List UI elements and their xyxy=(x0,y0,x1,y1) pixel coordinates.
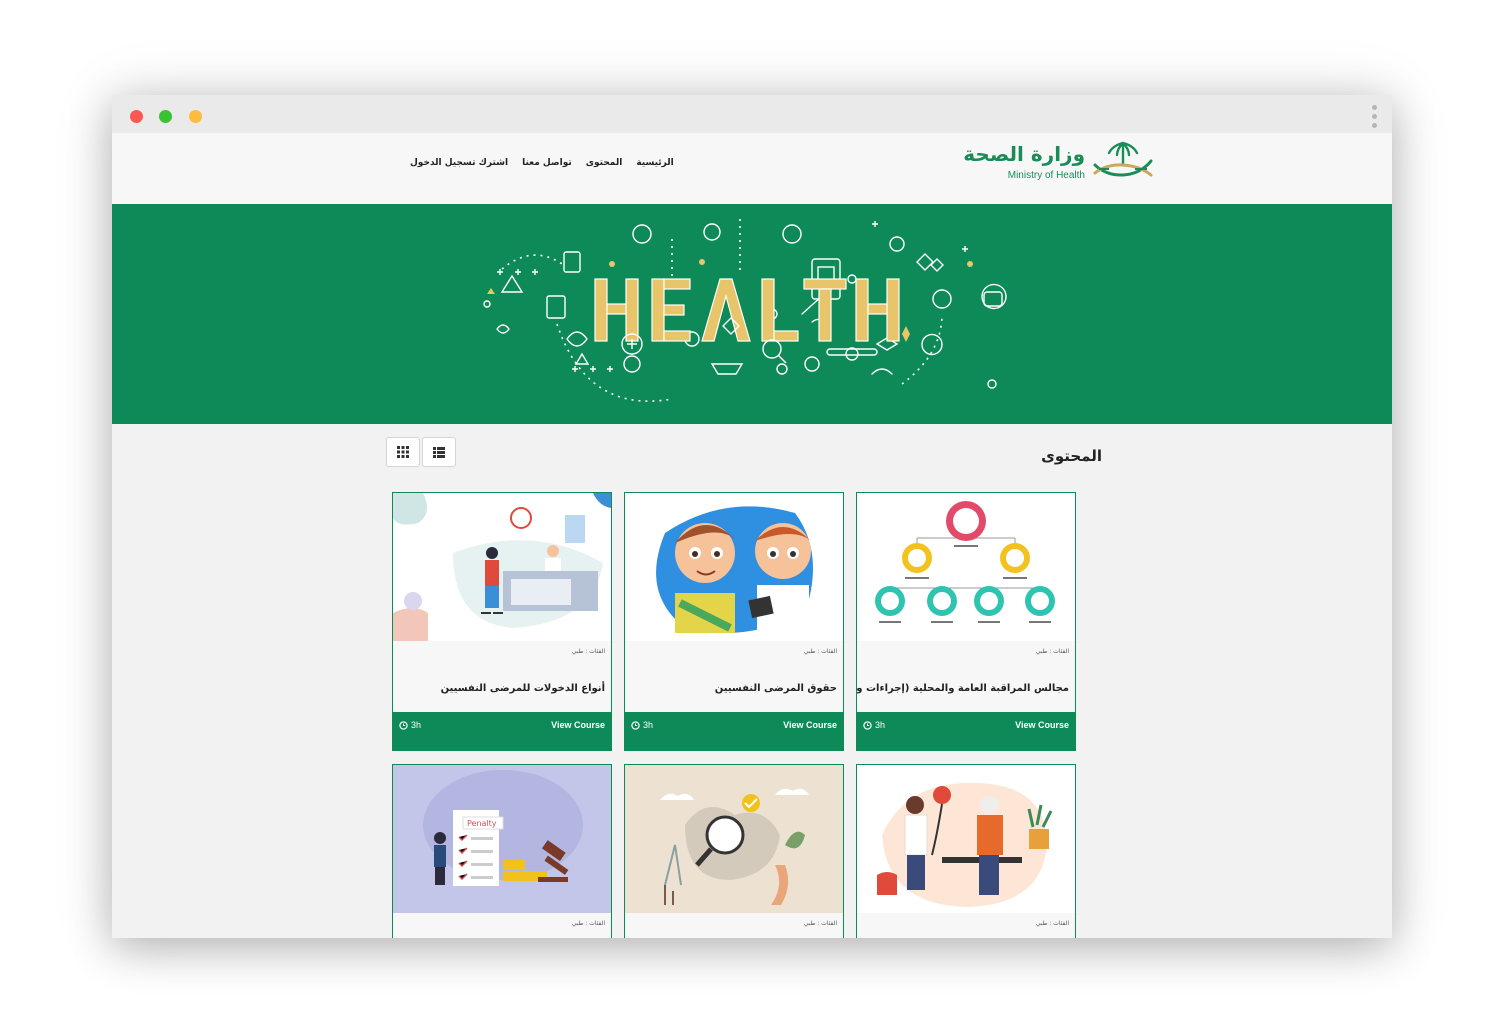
course-card[interactable]: Penalty الفئات : طبي xyxy=(392,764,612,938)
course-card[interactable]: الفئات : طبي حقوق المرضى النفسيين View C… xyxy=(624,492,844,751)
content-heading: المحتوى xyxy=(1041,447,1102,465)
course-category: الفئات : طبي xyxy=(571,648,605,655)
course-thumbnail: Penalty xyxy=(393,765,611,913)
view-course-link[interactable]: View Course xyxy=(783,720,837,730)
view-course-link[interactable]: View Course xyxy=(551,720,605,730)
grid-icon xyxy=(397,446,409,458)
duration-value: 3h xyxy=(875,720,886,730)
kebab-menu-icon[interactable] xyxy=(1372,105,1378,132)
main-navigation: الرئيسية المحتوى تواصل معنا اشترك تسجيل … xyxy=(410,158,674,168)
browser-window: الرئيسية المحتوى تواصل معنا اشترك تسجيل … xyxy=(112,95,1392,938)
logo-english-text: Ministry of Health xyxy=(1007,170,1085,181)
course-thumbnail xyxy=(625,493,843,641)
nav-content-link[interactable]: المحتوى xyxy=(586,158,623,168)
nav-home-link[interactable]: الرئيسية xyxy=(636,158,673,168)
course-title[interactable]: مجالس المراقبة العامة والمحلية (إجراءات … xyxy=(857,683,1069,694)
course-card-footer: View Course 3h xyxy=(857,712,1075,750)
nav-contact-link[interactable]: تواصل معنا xyxy=(522,158,572,168)
penalty-label: Penalty xyxy=(467,819,497,828)
site-navbar: الرئيسية المحتوى تواصل معنا اشترك تسجيل … xyxy=(112,133,1392,205)
course-category: الفئات : طبي xyxy=(803,920,837,927)
course-duration: 3h xyxy=(631,720,653,730)
course-card[interactable]: الفئات : طبي مجالس المراقبة العامة والمح… xyxy=(856,492,1076,751)
logo-arabic-text: وزارة الصحة xyxy=(963,142,1085,166)
course-category: الفئات : طبي xyxy=(1035,648,1069,655)
course-card[interactable]: الفئات : طبي xyxy=(856,764,1076,938)
health-illustration xyxy=(483,219,1007,402)
close-window-button[interactable] xyxy=(130,110,143,123)
course-thumbnail xyxy=(857,493,1075,641)
course-card-footer: View Course 3h xyxy=(625,712,843,750)
list-view-button[interactable] xyxy=(422,437,456,467)
list-icon xyxy=(433,446,445,458)
course-card-footer: View Course 3h xyxy=(393,712,611,750)
ministry-logo[interactable]: وزارة الصحة Ministry of Health xyxy=(963,137,1157,187)
duration-value: 3h xyxy=(411,720,422,730)
course-thumbnail xyxy=(393,493,611,641)
course-card[interactable]: الفئات : طبي أنواع الدخولات للمرضى النفس… xyxy=(392,492,612,751)
course-category: الفئات : طبي xyxy=(571,920,605,927)
clock-icon xyxy=(631,720,640,730)
consultation-illustration xyxy=(877,782,1053,907)
palm-swords-emblem-icon xyxy=(1093,141,1153,177)
maximize-window-button[interactable] xyxy=(159,110,172,123)
course-title[interactable]: أنواع الدخولات للمرضى النفسيين xyxy=(441,683,605,694)
health-hero-banner xyxy=(112,204,1392,424)
admission-illustration xyxy=(393,493,611,641)
penalty-illustration: Penalty xyxy=(423,770,583,886)
course-title[interactable]: حقوق المرضى النفسيين xyxy=(715,683,837,694)
title-bar xyxy=(112,95,1392,133)
minimize-window-button[interactable] xyxy=(189,110,202,123)
view-course-link[interactable]: View Course xyxy=(1015,720,1069,730)
course-thumbnail xyxy=(625,765,843,913)
course-category: الفئات : طبي xyxy=(1035,920,1069,927)
org-chart-illustration xyxy=(875,501,1055,623)
grid-view-button[interactable] xyxy=(386,437,420,467)
course-duration: 3h xyxy=(399,720,421,730)
course-duration: 3h xyxy=(863,720,885,730)
course-category: الفئات : طبي xyxy=(803,648,837,655)
course-card[interactable]: الفئات : طبي xyxy=(624,764,844,938)
duration-value: 3h xyxy=(643,720,654,730)
course-thumbnail xyxy=(857,765,1075,913)
research-illustration xyxy=(660,788,809,905)
clock-icon xyxy=(399,720,408,730)
nav-login-link[interactable]: اشترك تسجيل الدخول xyxy=(410,158,508,168)
clock-icon xyxy=(863,720,872,730)
patients-illustration xyxy=(656,506,813,635)
